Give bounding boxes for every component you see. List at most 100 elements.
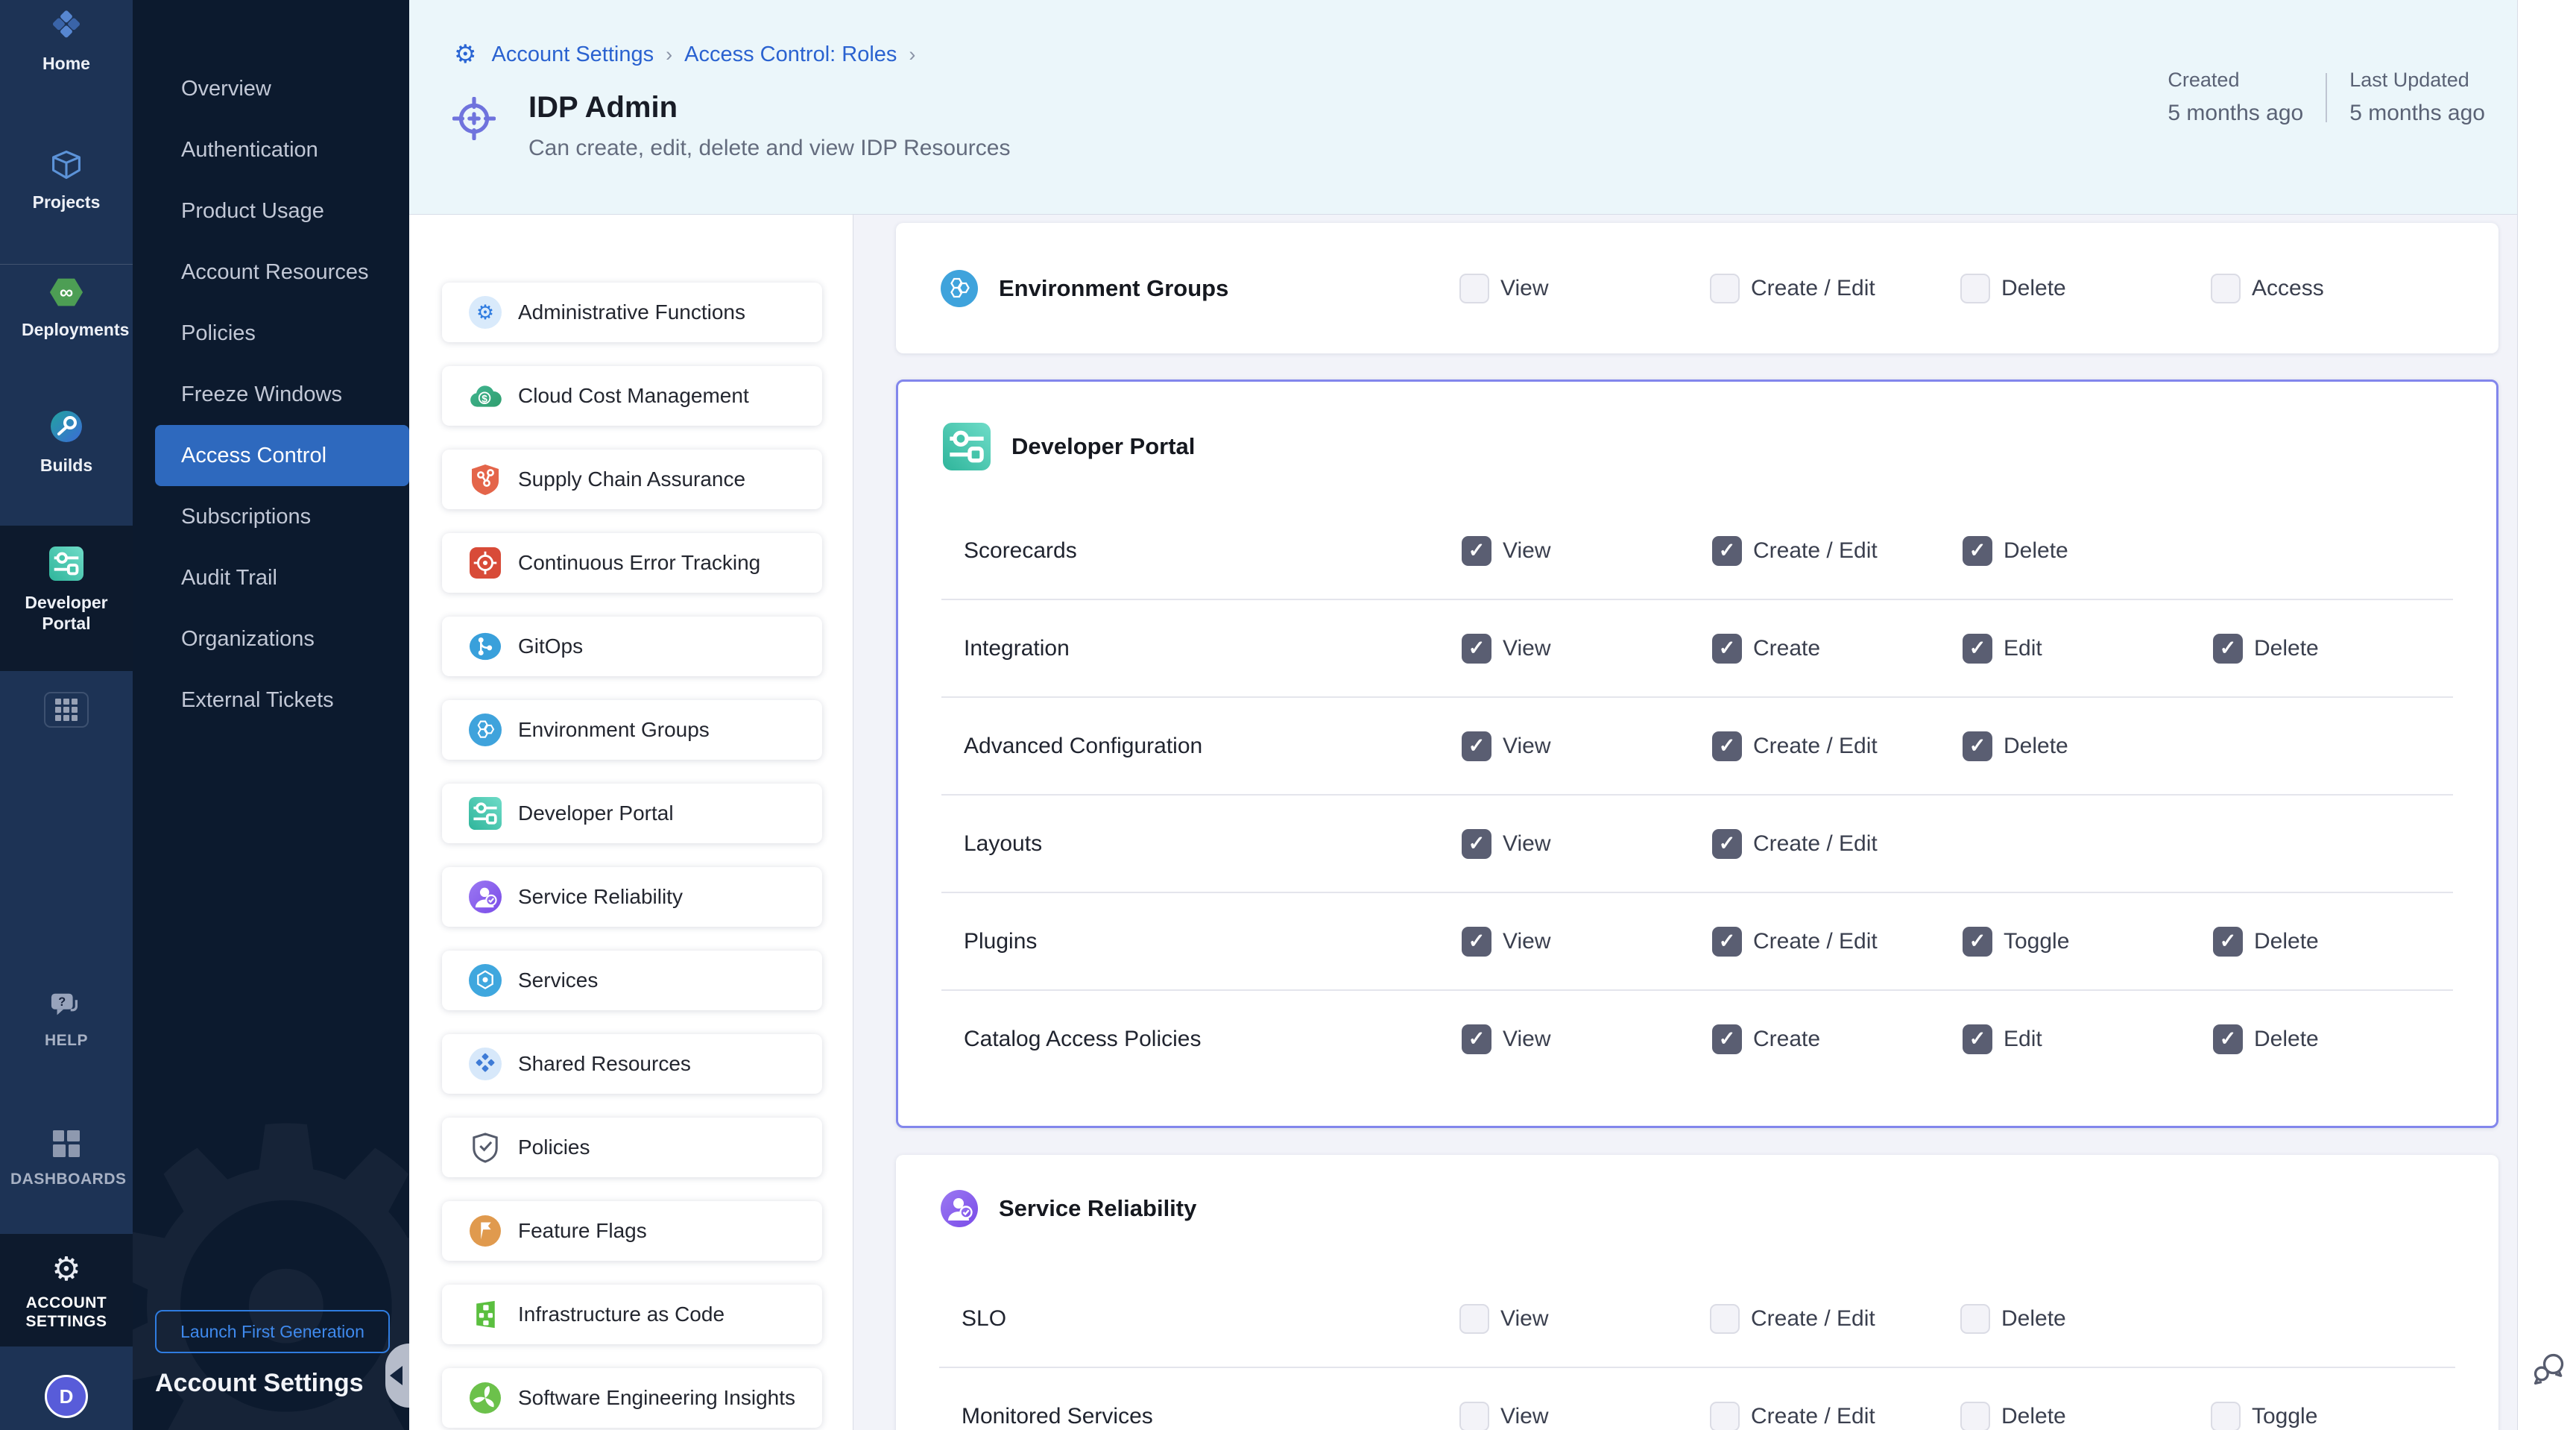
module-nav-item-developer-portal[interactable]: Developer Portal	[0, 526, 133, 671]
permission-delete-checkbox[interactable]: ✓ Delete	[2213, 1024, 2463, 1054]
permission-view-checkbox[interactable]: ✓View	[1462, 1024, 1712, 1054]
category-service-reliability[interactable]: Service Reliability	[442, 867, 822, 927]
utility-nav-item-dashboards[interactable]: DASHBOARDS	[0, 1114, 133, 1204]
permission-create-edit-checkbox[interactable]: ✓Create / Edit	[1712, 927, 1963, 957]
category-continuous-error-tracking[interactable]: Continuous Error Tracking	[442, 533, 822, 593]
sidebar-item-account-resources[interactable]: Account Resources	[133, 242, 409, 303]
meta-label: Created	[2168, 69, 2303, 92]
row-permissions: ✓View✓Create / Edit✓Toggle✓Delete	[1462, 927, 2463, 957]
permission-delete-checkbox[interactable]: ✓Delete	[2213, 927, 2463, 957]
permission-edit-checkbox[interactable]: ✓Edit	[1963, 1024, 2213, 1054]
permission-view-checkbox[interactable]: ✓View	[1462, 731, 1712, 761]
category-services[interactable]: Services	[442, 951, 822, 1010]
category-gitops[interactable]: GitOps	[442, 617, 822, 676]
permission-view-checkbox[interactable]: ✓View	[1462, 536, 1712, 566]
permission-create-edit-checkbox[interactable]: ✓Create / Edit	[1712, 829, 1963, 859]
category-feature-flags[interactable]: Feature Flags	[442, 1201, 822, 1261]
module-nav-label: Developer Portal	[22, 592, 111, 634]
permission-label: Delete	[2254, 1027, 2319, 1052]
sidebar-item-audit-trail[interactable]: Audit Trail	[133, 547, 409, 608]
permission-label: Delete	[2001, 276, 2066, 301]
category-environment-groups[interactable]: Environment Groups	[442, 700, 822, 760]
permission-delete-checkbox[interactable]: ✓Delete	[2213, 634, 2463, 664]
account-settings-icon: ⚙	[51, 1253, 80, 1286]
unchecked-checkbox-icon	[1710, 1304, 1740, 1334]
permission-toggle-checkbox[interactable]: ✓Toggle	[1963, 927, 2213, 957]
permissions-pane: Environment GroupsViewCreate / EditDelet…	[853, 215, 2518, 1430]
main-area: ⚙Account Settings›Access Control: Roles›…	[409, 0, 2518, 1430]
permission-create-edit-checkbox[interactable]: ✓Create / Edit	[1712, 731, 1963, 761]
sidebar-item-policies[interactable]: Policies	[133, 303, 409, 364]
module-nav-item-deployments[interactable]: ∞Deployments	[0, 265, 133, 340]
utility-nav-item-help[interactable]: ?HELP	[0, 975, 133, 1065]
section-permissions: ViewCreate / Edit Delete Access	[1459, 274, 2461, 303]
permission-row-slo: SLOViewCreate / EditDelete	[896, 1270, 2498, 1367]
sidebar-item-access-control[interactable]: Access Control	[155, 425, 409, 486]
launch-first-generation-button[interactable]: Launch First Generation	[155, 1310, 390, 1353]
breadcrumb-link-access-control-roles[interactable]: Access Control: Roles	[684, 42, 897, 67]
permission-view-checkbox[interactable]: ✓View	[1462, 829, 1712, 859]
permission-label: Create / Edit	[1753, 734, 1878, 759]
sidebar-item-organizations[interactable]: Organizations	[133, 608, 409, 670]
permission-delete-checkbox[interactable]: ✓Delete	[1963, 536, 2213, 566]
module-nav-label: Deployments	[22, 319, 111, 340]
permission-delete-checkbox[interactable]: ✓Delete	[1963, 731, 2213, 761]
permission-view-checkbox[interactable]: ✓View	[1462, 634, 1712, 664]
category-software-engineering-insights[interactable]: Software Engineering Insights	[442, 1368, 822, 1428]
module-nav-item-home[interactable]: Home	[0, 0, 133, 74]
permission-toggle-checkbox[interactable]: Toggle	[2211, 1402, 2461, 1430]
developer-portal-icon	[49, 547, 83, 585]
category-policies[interactable]: Policies	[442, 1118, 822, 1177]
sidebar-item-authentication[interactable]: Authentication	[133, 119, 409, 180]
sidebar-item-freeze-windows[interactable]: Freeze Windows	[133, 364, 409, 425]
category-shared-resources[interactable]: Shared Resources	[442, 1034, 822, 1094]
permission-view-checkbox[interactable]: View	[1459, 274, 1710, 303]
developer-portal-section-icon	[943, 423, 991, 470]
permission-create-edit-checkbox[interactable]: Create / Edit	[1710, 274, 1960, 303]
permission-label: View	[1503, 636, 1550, 661]
content-area: ⚙Administrative Functions $Cloud Cost Man…	[409, 215, 2518, 1430]
permission-label: Toggle	[2004, 929, 2069, 954]
permission-label: Delete	[2004, 734, 2068, 759]
permission-create-checkbox[interactable]: ✓Create	[1712, 1024, 1963, 1054]
unchecked-checkbox-icon	[1459, 274, 1489, 303]
module-nav-item-builds[interactable]: Builds	[0, 340, 133, 476]
category-administrative-functions[interactable]: ⚙Administrative Functions	[442, 283, 822, 342]
permission-create-edit-checkbox[interactable]: ✓Create / Edit	[1712, 536, 1963, 566]
category-label: Shared Resources	[518, 1052, 691, 1076]
checked-checkbox-icon: ✓	[1963, 1024, 1992, 1054]
permission-edit-checkbox[interactable]: ✓Edit	[1963, 634, 2213, 664]
sidebar-item-product-usage[interactable]: Product Usage	[133, 180, 409, 242]
permission-access-checkbox[interactable]: Access	[2211, 274, 2461, 303]
checked-checkbox-icon: ✓	[1712, 829, 1742, 859]
permission-label: Toggle	[2252, 1404, 2317, 1429]
utility-nav-item-account-settings[interactable]: ⚙ACCOUNT SETTINGS	[0, 1234, 133, 1346]
sidebar-item-external-tickets[interactable]: External Tickets	[133, 670, 409, 731]
category-cloud-cost-management[interactable]: $Cloud Cost Management	[442, 366, 822, 426]
utility-nav-label: HELP	[10, 1031, 122, 1051]
permission-view-checkbox[interactable]: ✓View	[1462, 927, 1712, 957]
category-infrastructure-as-code[interactable]: Infrastructure as Code	[442, 1285, 822, 1344]
permission-create-checkbox[interactable]: ✓Create	[1712, 634, 1963, 664]
sidebar-item-overview[interactable]: Overview	[133, 58, 409, 119]
permission-delete-checkbox[interactable]: Delete	[1960, 1402, 2211, 1430]
permission-view-checkbox[interactable]: View	[1459, 1304, 1710, 1334]
permission-delete-checkbox[interactable]: Delete	[1960, 274, 2211, 303]
breadcrumb-link-account-settings[interactable]: Account Settings	[491, 42, 654, 67]
category-developer-portal[interactable]: Developer Portal	[442, 784, 822, 843]
user-avatar[interactable]: D	[45, 1375, 88, 1418]
permission-delete-checkbox[interactable]: Delete	[1960, 1304, 2211, 1334]
sidebar-item-subscriptions[interactable]: Subscriptions	[133, 486, 409, 547]
permission-view-checkbox[interactable]: View	[1459, 1402, 1710, 1430]
category-label: Cloud Cost Management	[518, 384, 749, 408]
gitops-icon	[469, 630, 502, 663]
checked-checkbox-icon: ✓	[2213, 1024, 2243, 1054]
category-supply-chain-assurance[interactable]: Supply Chain Assurance	[442, 450, 822, 509]
projects-icon	[50, 149, 83, 184]
permission-create-edit-checkbox[interactable]: Create / Edit	[1710, 1402, 1960, 1430]
chat-support-icon[interactable]	[2531, 1352, 2567, 1390]
module-switcher-button[interactable]	[44, 692, 89, 728]
permission-create-edit-checkbox[interactable]: Create / Edit	[1710, 1304, 1960, 1334]
section-header: Service Reliability	[896, 1155, 2498, 1227]
module-nav-item-projects[interactable]: Projects	[0, 74, 133, 212]
